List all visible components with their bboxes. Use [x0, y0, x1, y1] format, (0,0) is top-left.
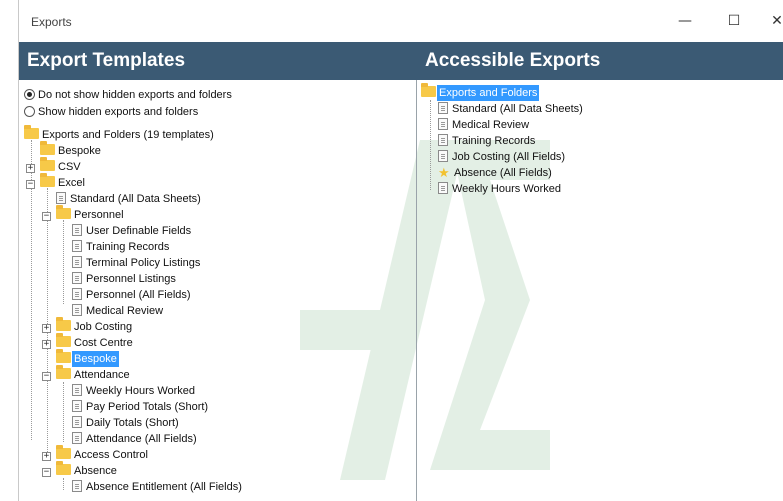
folder-icon — [421, 83, 436, 97]
tree-item-absence[interactable]: Absence — [56, 461, 119, 479]
tree-item-weekly-hours[interactable]: Weekly Hours Worked — [72, 383, 197, 399]
folder-icon — [56, 317, 71, 331]
radio-button-unchecked[interactable] — [24, 106, 35, 117]
close-button[interactable]: ✕ — [767, 11, 783, 31]
document-icon — [72, 272, 82, 284]
export-templates-header: Export Templates — [19, 42, 416, 80]
tree-item-accessible-standard[interactable]: Standard (All Data Sheets) — [438, 101, 585, 117]
folder-icon — [56, 461, 71, 475]
radio-label: Do not show hidden exports and folders — [38, 89, 232, 101]
tree-item-accessible-root[interactable]: Exports and Folders — [421, 83, 540, 101]
window-title: Exports — [31, 15, 72, 29]
tree-item-training-records[interactable]: Training Records — [72, 239, 171, 255]
document-icon — [72, 288, 82, 300]
tree-item-job-costing[interactable]: Job Costing — [56, 317, 134, 335]
document-icon — [72, 304, 82, 316]
document-icon — [72, 384, 82, 396]
document-icon — [438, 150, 448, 162]
folder-icon — [56, 445, 71, 459]
tree-item-personnel-all[interactable]: Personnel (All Fields) — [72, 287, 193, 303]
tree-item-standard[interactable]: Standard (All Data Sheets) — [56, 191, 203, 207]
radio-hide-hidden[interactable]: Do not show hidden exports and folders — [24, 88, 232, 102]
tree-item-bespoke-selected[interactable]: Bespoke — [56, 349, 119, 367]
tree-guide-line — [47, 188, 48, 452]
radio-button-checked[interactable] — [24, 89, 35, 100]
tree-item-attendance[interactable]: Attendance — [56, 365, 132, 383]
document-icon — [72, 416, 82, 428]
folder-icon — [56, 205, 71, 219]
folder-icon — [56, 349, 71, 363]
tree-guide-line — [63, 478, 64, 490]
document-icon — [72, 480, 82, 492]
document-icon — [438, 102, 448, 114]
exports-window: Exports — ☐ ✕ Export Templates Accessibl… — [0, 0, 783, 501]
document-icon — [72, 224, 82, 236]
title-bar: Exports — ☐ ✕ — [19, 0, 783, 42]
tree-item-excel[interactable]: Excel — [40, 173, 87, 191]
export-templates-panel: Do not show hidden exports and folders S… — [19, 80, 416, 501]
folder-icon — [40, 157, 55, 171]
tree-item-absence-entitlement[interactable]: Absence Entitlement (All Fields) — [72, 479, 244, 495]
accessible-exports-header: Accessible Exports — [416, 42, 783, 80]
expand-icon[interactable]: + — [42, 324, 51, 333]
tree-item-accessible-job-costing[interactable]: Job Costing (All Fields) — [438, 149, 567, 165]
tree-item-personnel-listings[interactable]: Personnel Listings — [72, 271, 178, 287]
accessible-exports-panel: Exports and Folders Standard (All Data S… — [417, 80, 783, 501]
folder-icon — [40, 173, 55, 187]
tree-item-pay-period[interactable]: Pay Period Totals (Short) — [72, 399, 210, 415]
collapse-icon[interactable]: − — [26, 180, 35, 189]
star-icon: ★ — [438, 166, 450, 181]
tree-item-accessible-absence[interactable]: ★ Absence (All Fields) — [438, 165, 554, 181]
tree-guide-line — [63, 220, 64, 304]
document-icon — [72, 256, 82, 268]
tree-item-personnel[interactable]: Personnel — [56, 205, 126, 223]
document-icon — [72, 432, 82, 444]
maximize-button[interactable]: ☐ — [724, 11, 744, 31]
tree-item-medical-review[interactable]: Medical Review — [72, 303, 165, 319]
collapse-icon[interactable]: − — [42, 468, 51, 477]
document-icon — [72, 240, 82, 252]
tree-item-attendance-all[interactable]: Attendance (All Fields) — [72, 431, 199, 447]
collapse-icon[interactable]: − — [42, 212, 51, 221]
tree-item-daily-totals[interactable]: Daily Totals (Short) — [72, 415, 181, 431]
tree-item-access-control[interactable]: Access Control — [56, 445, 150, 463]
tree-item-root[interactable]: Exports and Folders (19 templates) — [24, 125, 216, 143]
tree-item-terminal-policy[interactable]: Terminal Policy Listings — [72, 255, 202, 271]
minimize-button[interactable]: — — [675, 11, 695, 31]
tree-item-accessible-weekly-hours[interactable]: Weekly Hours Worked — [438, 181, 563, 197]
folder-icon — [56, 365, 71, 379]
tree-guide-line — [430, 100, 431, 190]
document-icon — [72, 400, 82, 412]
document-icon — [438, 182, 448, 194]
document-icon — [438, 134, 448, 146]
tree-item-bespoke[interactable]: Bespoke — [40, 141, 103, 159]
folder-icon — [56, 333, 71, 347]
radio-label: Show hidden exports and folders — [38, 106, 199, 118]
tree-item-accessible-training-records[interactable]: Training Records — [438, 133, 537, 149]
folder-icon — [24, 125, 39, 139]
collapse-icon[interactable]: − — [42, 372, 51, 381]
radio-show-hidden[interactable]: Show hidden exports and folders — [24, 105, 198, 119]
tree-item-accessible-medical-review[interactable]: Medical Review — [438, 117, 531, 133]
tree-item-user-definable[interactable]: User Definable Fields — [72, 223, 193, 239]
expand-icon[interactable]: + — [42, 452, 51, 461]
expand-icon[interactable]: + — [42, 340, 51, 349]
tree-item-cost-centre[interactable]: Cost Centre — [56, 333, 135, 351]
expand-icon[interactable]: + — [26, 164, 35, 173]
document-icon — [438, 118, 448, 130]
document-icon — [56, 192, 66, 204]
folder-icon — [40, 141, 55, 155]
tree-guide-line — [63, 382, 64, 442]
